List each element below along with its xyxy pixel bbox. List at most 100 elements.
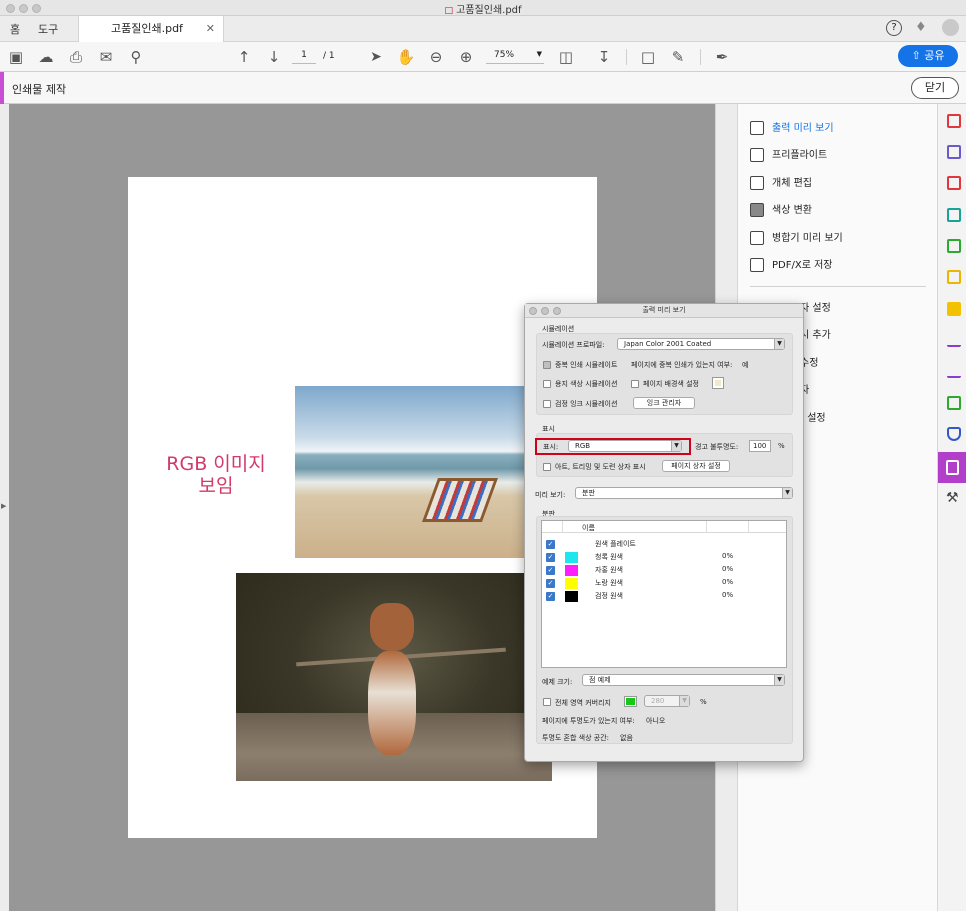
tab-home[interactable]: 홈: [10, 21, 20, 37]
page-bg-color-swatch[interactable]: [712, 377, 724, 389]
close-tool-button[interactable]: 닫기: [911, 77, 959, 99]
separations-list[interactable]: 이름 ✓ 원색 플레이트 ✓ 청록 원색 0% ✓ 자홍 원색 0% ✓ 노랑 …: [541, 520, 787, 668]
active-tool-icon[interactable]: [938, 452, 966, 483]
panel-item-hidden-2[interactable]: 시 추가: [800, 327, 831, 345]
search-icon[interactable]: ⚲: [126, 47, 146, 67]
chevron-down-icon: ▼: [782, 488, 792, 498]
export-pdf-icon[interactable]: [947, 208, 961, 222]
scroll-mode-icon[interactable]: ↧: [594, 47, 614, 67]
expand-left-panel-icon[interactable]: ▶: [1, 502, 6, 510]
print-icon[interactable]: ⎙: [66, 47, 86, 67]
combine-files-icon[interactable]: [947, 145, 961, 159]
dialog-zoom-button[interactable]: [553, 307, 561, 315]
list-item[interactable]: ✓ 자홍 원색 0%: [542, 564, 786, 577]
panel-item-hidden-1[interactable]: 자 설정: [800, 300, 831, 318]
checkbox-checked-icon[interactable]: ✓: [546, 579, 555, 588]
warning-opacity-unit: %: [778, 442, 785, 450]
edit-object-item[interactable]: 개체 편집: [750, 175, 812, 193]
comment-icon[interactable]: □: [638, 47, 658, 67]
cloud-upload-icon[interactable]: ☁: [36, 47, 56, 67]
create-pdf-icon[interactable]: [947, 114, 961, 128]
zoom-out-icon[interactable]: ⊖: [426, 47, 446, 67]
select-arrow-icon[interactable]: ➤: [366, 47, 386, 67]
prev-page-icon[interactable]: ↑: [234, 47, 254, 67]
sample-size-select[interactable]: 점 예제 ▼: [582, 674, 785, 686]
tab-document[interactable]: 고품질인쇄.pdf ✕: [78, 16, 224, 42]
help-icon[interactable]: ?: [886, 20, 902, 36]
share-button[interactable]: ⇧ 공유: [898, 45, 958, 67]
page-box-settings-button[interactable]: 페이지 상자 설정: [662, 460, 730, 472]
fill-sign-icon[interactable]: [947, 333, 961, 347]
dog-with-stick-image: [236, 573, 552, 781]
ink-manager-button[interactable]: 잉크 관리자: [633, 397, 695, 409]
zoom-in-icon[interactable]: ⊕: [456, 47, 476, 67]
page-fit-icon[interactable]: ◫: [556, 47, 576, 67]
highlight-pen-icon[interactable]: ✎: [668, 47, 688, 67]
main-toolbar: ▣ ☁ ⎙ ✉ ⚲ ↑ ↓ 1 / 1 ➤ ✋ ⊖ ⊕ 75% ▼ ◫ ↧ □ …: [0, 42, 966, 72]
list-item[interactable]: ✓ 청록 원색 0%: [542, 551, 786, 564]
more-tools-wrench-icon[interactable]: ⚒: [946, 490, 959, 506]
checkbox-checked-icon[interactable]: ✓: [546, 566, 555, 575]
tools-rail: ⚒: [937, 104, 966, 911]
output-preview-item[interactable]: 출력 미리 보기: [750, 120, 834, 138]
paper-color-checkbox[interactable]: [543, 380, 551, 388]
next-page-icon[interactable]: ↓: [264, 47, 284, 67]
certificates-icon[interactable]: [947, 364, 961, 378]
coverage-label: 전체 영역 커버리지: [555, 699, 611, 707]
hand-tool-icon[interactable]: ✋: [396, 47, 416, 67]
list-item[interactable]: ✓ 노랑 원색 0%: [542, 577, 786, 590]
chevron-down-icon: ▼: [774, 339, 784, 349]
tab-tools[interactable]: 도구: [38, 21, 58, 37]
art-trim-label: 아트, 트리밍 및 도련 상자 표시: [555, 463, 646, 471]
output-preview-dialog: 출력 미리 보기 시뮬레이션 시뮬레이션 프로파일: Japan Color 2…: [524, 303, 804, 762]
flattener-preview-item[interactable]: 병합기 미리 보기: [750, 230, 843, 248]
preflight-item[interactable]: 프리플라이트: [750, 147, 827, 165]
display-select[interactable]: RGB ▼: [568, 440, 682, 452]
convert-colors-item[interactable]: 색상 변환: [750, 202, 812, 220]
coverage-checkbox[interactable]: [543, 698, 551, 706]
art-trim-checkbox[interactable]: [543, 463, 551, 471]
dialog-minimize-button[interactable]: [541, 307, 549, 315]
preview-select[interactable]: 분판 ▼: [575, 487, 793, 499]
list-header: 이름: [542, 521, 786, 533]
black-ink-checkbox[interactable]: [543, 400, 551, 408]
scan-ocr-icon[interactable]: [947, 270, 961, 284]
notification-bell-icon[interactable]: ♦: [915, 20, 927, 35]
warning-opacity-input[interactable]: 100: [749, 440, 771, 452]
checkbox-checked-icon[interactable]: ✓: [546, 553, 555, 562]
list-item[interactable]: ✓ 검정 원색 0%: [542, 590, 786, 603]
checkbox-checked-icon[interactable]: ✓: [546, 592, 555, 601]
user-avatar[interactable]: [942, 19, 959, 36]
sample-size-label: 예제 크기:: [542, 678, 573, 686]
checkbox-checked-icon[interactable]: ✓: [546, 540, 555, 549]
chevron-down-icon: ▼: [679, 696, 689, 706]
sign-icon[interactable]: ✒: [712, 47, 732, 67]
save-as-pdfx-item[interactable]: PDF/X로 저장: [750, 257, 832, 275]
display-label: 표시:: [543, 443, 559, 451]
zoom-select[interactable]: 75% ▼: [486, 50, 544, 64]
overprint-question: 페이지에 중복 인쇄가 있는지 여부:: [631, 361, 733, 369]
tab-close-icon[interactable]: ✕: [206, 16, 215, 42]
black-ink-label: 검정 잉크 시뮬레이션: [555, 400, 618, 408]
protect-icon[interactable]: [947, 427, 961, 441]
coverage-value-select[interactable]: 280 ▼: [644, 695, 690, 707]
save-icon[interactable]: ▣: [6, 47, 26, 67]
window-titlebar: □ 고품질인쇄.pdf: [0, 0, 966, 16]
dialog-close-button[interactable]: [529, 307, 537, 315]
yellow-swatch: [565, 578, 578, 589]
page-bg-checkbox[interactable]: [631, 380, 639, 388]
email-icon[interactable]: ✉: [96, 47, 116, 67]
overprint-sim-checkbox[interactable]: [543, 361, 551, 369]
overprint-answer: 예: [742, 361, 749, 369]
page-number-input[interactable]: 1: [292, 50, 316, 64]
comment-tool-icon[interactable]: [947, 302, 961, 316]
print-production-rail-icon[interactable]: [947, 396, 961, 410]
profile-label: 시뮬레이션 프로파일:: [542, 341, 605, 349]
blend-space-label: 투명도 혼합 색상 공간:: [542, 734, 609, 742]
list-item[interactable]: ✓ 원색 플레이트: [542, 538, 786, 551]
compare-files-icon[interactable]: [947, 239, 961, 253]
profile-select[interactable]: Japan Color 2001 Coated ▼: [617, 338, 785, 350]
coverage-color-swatch[interactable]: [624, 696, 637, 707]
organize-pages-icon[interactable]: [947, 176, 961, 190]
preview-label: 미리 보기:: [535, 491, 566, 499]
